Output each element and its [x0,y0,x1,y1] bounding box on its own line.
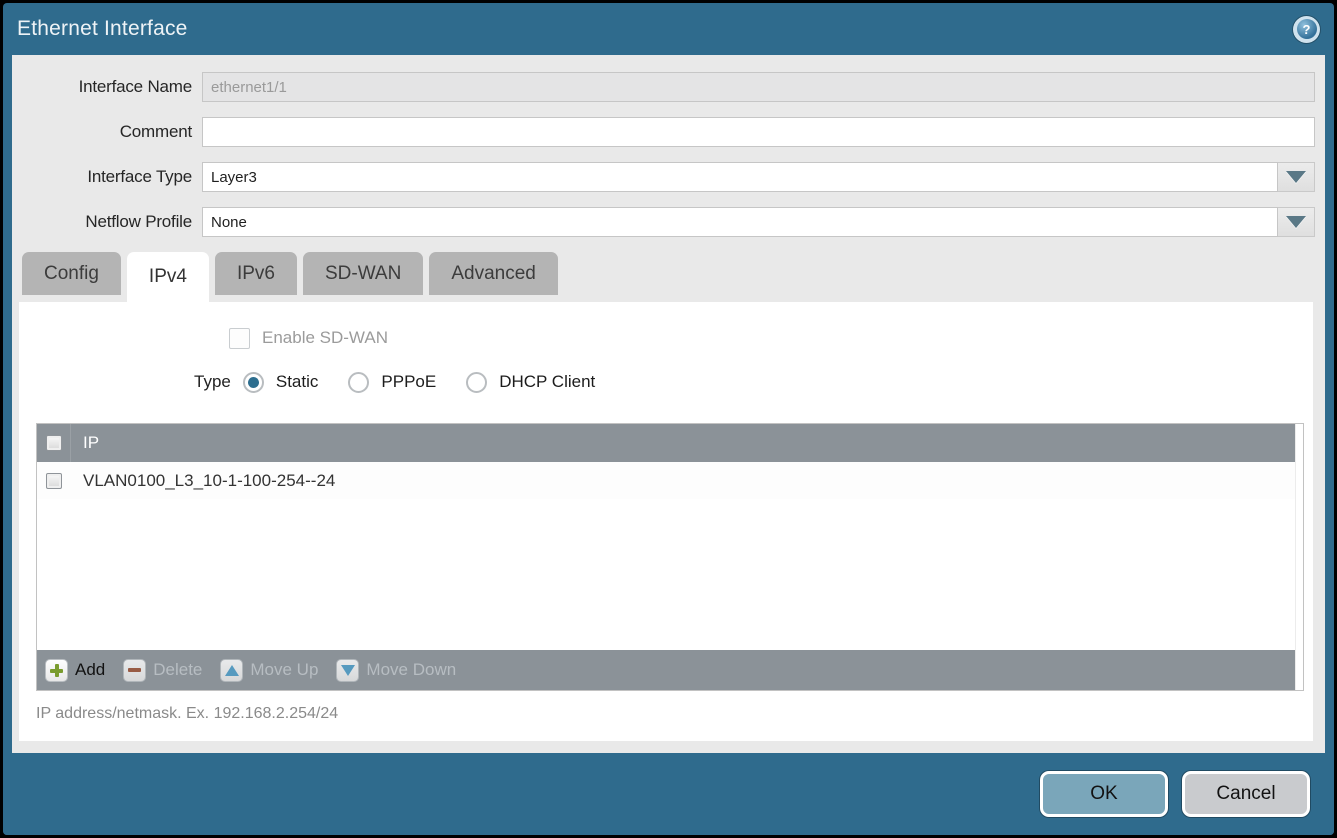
dialog-footer: OK Cancel [3,753,1334,835]
add-button-label: Add [75,660,105,680]
interface-form: Interface Name Comment Interface Type La… [12,55,1325,252]
interface-name-field [202,72,1315,102]
dialog-title: Ethernet Interface [17,17,188,41]
type-radio-group: Type Static PPPoE DHCP Client [19,367,1313,397]
ip-table: IP VLAN0100_L3_10-1-100-254--24 Add [36,423,1304,691]
interface-type-select[interactable]: Layer3 [202,162,1278,192]
move-up-button-label: Move Up [250,660,318,680]
enable-sdwan-checkbox[interactable] [229,328,250,349]
table-toolbar: Add Delete Move Up Move Down [37,650,1295,690]
tab-strip: Config IPv4 IPv6 SD-WAN Advanced [12,252,1325,302]
interface-name-label: Interface Name [12,77,202,97]
radio-pppoe[interactable] [348,372,369,393]
move-down-button[interactable]: Move Down [336,659,456,682]
tab-config[interactable]: Config [22,252,121,295]
move-down-icon [336,659,359,682]
minus-icon [123,659,146,682]
netflow-profile-select[interactable]: None [202,207,1278,237]
netflow-profile-label: Netflow Profile [12,212,202,232]
row-checkbox[interactable] [46,473,62,489]
tab-ipv4[interactable]: IPv4 [127,252,209,302]
ip-column-header: IP [71,433,99,453]
radio-static-label: Static [276,372,319,392]
enable-sdwan-row: Enable SD-WAN [229,326,1313,350]
radio-option-pppoe[interactable]: PPPoE [348,372,436,393]
radio-option-static[interactable]: Static [243,372,319,393]
plus-icon [45,659,68,682]
type-label: Type [194,372,231,392]
radio-dhcp-client[interactable] [466,372,487,393]
tab-ipv6[interactable]: IPv6 [215,252,297,295]
netflow-profile-row: Netflow Profile None [12,207,1325,237]
ip-format-hint: IP address/netmask. Ex. 192.168.2.254/24 [36,705,1313,723]
radio-pppoe-label: PPPoE [381,372,436,392]
delete-button-label: Delete [153,660,202,680]
comment-label: Comment [12,122,202,142]
help-icon-glyph: ? [1297,19,1317,39]
radio-option-dhcp-client[interactable]: DHCP Client [466,372,595,393]
ip-address-cell: VLAN0100_L3_10-1-100-254--24 [71,471,335,491]
ok-button[interactable]: OK [1040,771,1168,817]
netflow-profile-dropdown-button[interactable] [1278,207,1315,237]
move-up-icon [220,659,243,682]
add-button[interactable]: Add [45,659,105,682]
dialog-body: Interface Name Comment Interface Type La… [12,55,1325,753]
interface-type-label: Interface Type [12,167,202,187]
ipv4-panel: Enable SD-WAN Type Static PPPoE DHCP Cli… [19,302,1313,741]
enable-sdwan-label: Enable SD-WAN [262,328,388,348]
table-empty-area [37,499,1295,650]
ethernet-interface-dialog: Ethernet Interface ? Interface Name Comm… [3,3,1334,835]
comment-row: Comment [12,117,1325,147]
delete-button[interactable]: Delete [123,659,202,682]
row-checkbox-cell [37,473,71,489]
tab-sdwan[interactable]: SD-WAN [303,252,423,295]
dropdown-arrow-icon [1286,171,1306,183]
comment-field[interactable] [202,117,1315,147]
interface-name-row: Interface Name [12,72,1325,102]
ip-table-header: IP [37,424,1295,462]
table-scrollbar-track[interactable] [1295,424,1303,690]
help-icon[interactable]: ? [1293,16,1320,43]
radio-static[interactable] [243,372,264,393]
tab-advanced[interactable]: Advanced [429,252,558,295]
move-up-button[interactable]: Move Up [220,659,318,682]
cancel-button[interactable]: Cancel [1182,771,1310,817]
interface-type-row: Interface Type Layer3 [12,162,1325,192]
move-down-button-label: Move Down [366,660,456,680]
table-row[interactable]: VLAN0100_L3_10-1-100-254--24 [37,462,1295,499]
select-all-checkbox[interactable] [46,435,62,451]
dropdown-arrow-icon [1286,216,1306,228]
title-bar: Ethernet Interface ? [3,3,1334,55]
interface-type-dropdown-button[interactable] [1278,162,1315,192]
radio-dhcp-client-label: DHCP Client [499,372,595,392]
ip-table-header-checkbox-cell [37,424,71,462]
